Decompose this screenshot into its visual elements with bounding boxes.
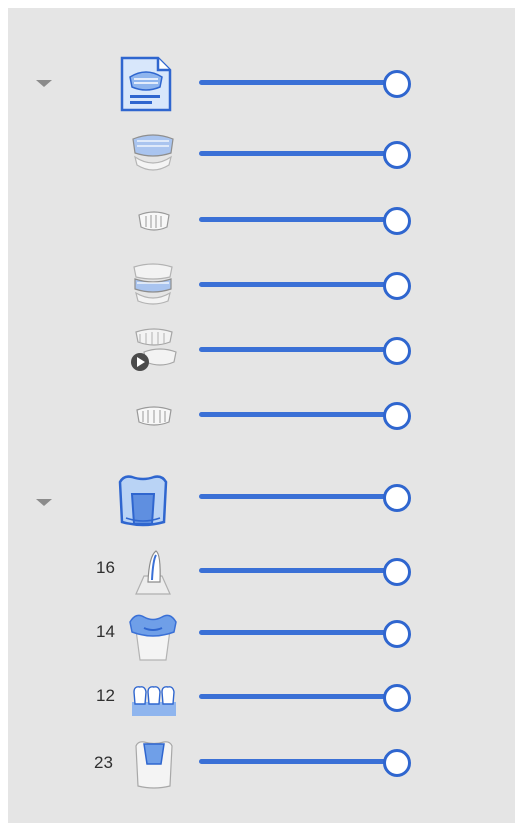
prepared-tooth-scan-icon: [134, 201, 174, 241]
group-header-row: [8, 474, 515, 530]
post-core-icon: [130, 546, 176, 598]
list-item: 23: [8, 739, 515, 795]
slider-thumb[interactable]: [383, 484, 411, 512]
list-item: [8, 197, 515, 253]
visibility-panel: 16 14 12 23: [8, 8, 515, 823]
slider-thumb[interactable]: [383, 684, 411, 712]
slider-thumb[interactable]: [383, 70, 411, 98]
slider-track: [199, 759, 397, 764]
list-item: 14: [8, 610, 515, 666]
slider-thumb[interactable]: [383, 141, 411, 169]
maxillary-jaw-scan-icon: [128, 129, 178, 179]
opacity-slider[interactable]: [199, 139, 411, 169]
bite-scan-icon: [128, 259, 178, 309]
list-item: [8, 131, 515, 187]
bridge-icon: [126, 676, 182, 722]
slider-track: [199, 568, 397, 573]
opacity-slider[interactable]: [199, 482, 411, 512]
slider-thumb[interactable]: [383, 620, 411, 648]
opacity-slider[interactable]: [199, 618, 411, 648]
slider-thumb[interactable]: [383, 749, 411, 777]
slider-track: [199, 630, 397, 635]
slider-track: [199, 694, 397, 699]
inlay-icon: [128, 738, 180, 790]
slider-track: [199, 217, 397, 222]
group-header-row: [8, 56, 515, 116]
opacity-slider[interactable]: [199, 270, 411, 300]
slider-track: [199, 80, 397, 85]
list-item: [8, 327, 515, 383]
slider-thumb[interactable]: [383, 272, 411, 300]
list-item: [8, 262, 515, 318]
chevron-down-icon[interactable]: [36, 80, 52, 87]
tooth-number: 16: [96, 558, 115, 577]
slider-thumb[interactable]: [383, 558, 411, 586]
chevron-down-icon[interactable]: [36, 499, 52, 506]
list-item: 12: [8, 674, 515, 730]
slider-thumb[interactable]: [383, 207, 411, 235]
slider-thumb[interactable]: [383, 402, 411, 430]
tooth-number: 23: [94, 753, 113, 772]
opacity-slider[interactable]: [199, 747, 411, 777]
opacity-slider[interactable]: [199, 68, 411, 98]
opacity-slider[interactable]: [199, 335, 411, 365]
opacity-slider[interactable]: [199, 682, 411, 712]
opacity-slider[interactable]: [199, 205, 411, 235]
opacity-slider[interactable]: [199, 400, 411, 430]
slider-track: [199, 347, 397, 352]
antagonist-scan-icon: [132, 396, 176, 436]
pre-op-scan-icon: [128, 324, 180, 374]
slider-track: [199, 151, 397, 156]
scan-document-icon: [116, 55, 174, 113]
tooth-number: 12: [96, 686, 115, 705]
opacity-slider[interactable]: [199, 556, 411, 586]
crown-icon: [126, 608, 180, 662]
list-item: [8, 392, 515, 448]
slider-track: [199, 412, 397, 417]
list-item: 16: [8, 548, 515, 604]
tooth-number: 14: [96, 622, 115, 641]
slider-track: [199, 282, 397, 287]
slider-track: [199, 494, 397, 499]
slider-thumb[interactable]: [383, 337, 411, 365]
crown-restoration-icon: [114, 472, 172, 530]
